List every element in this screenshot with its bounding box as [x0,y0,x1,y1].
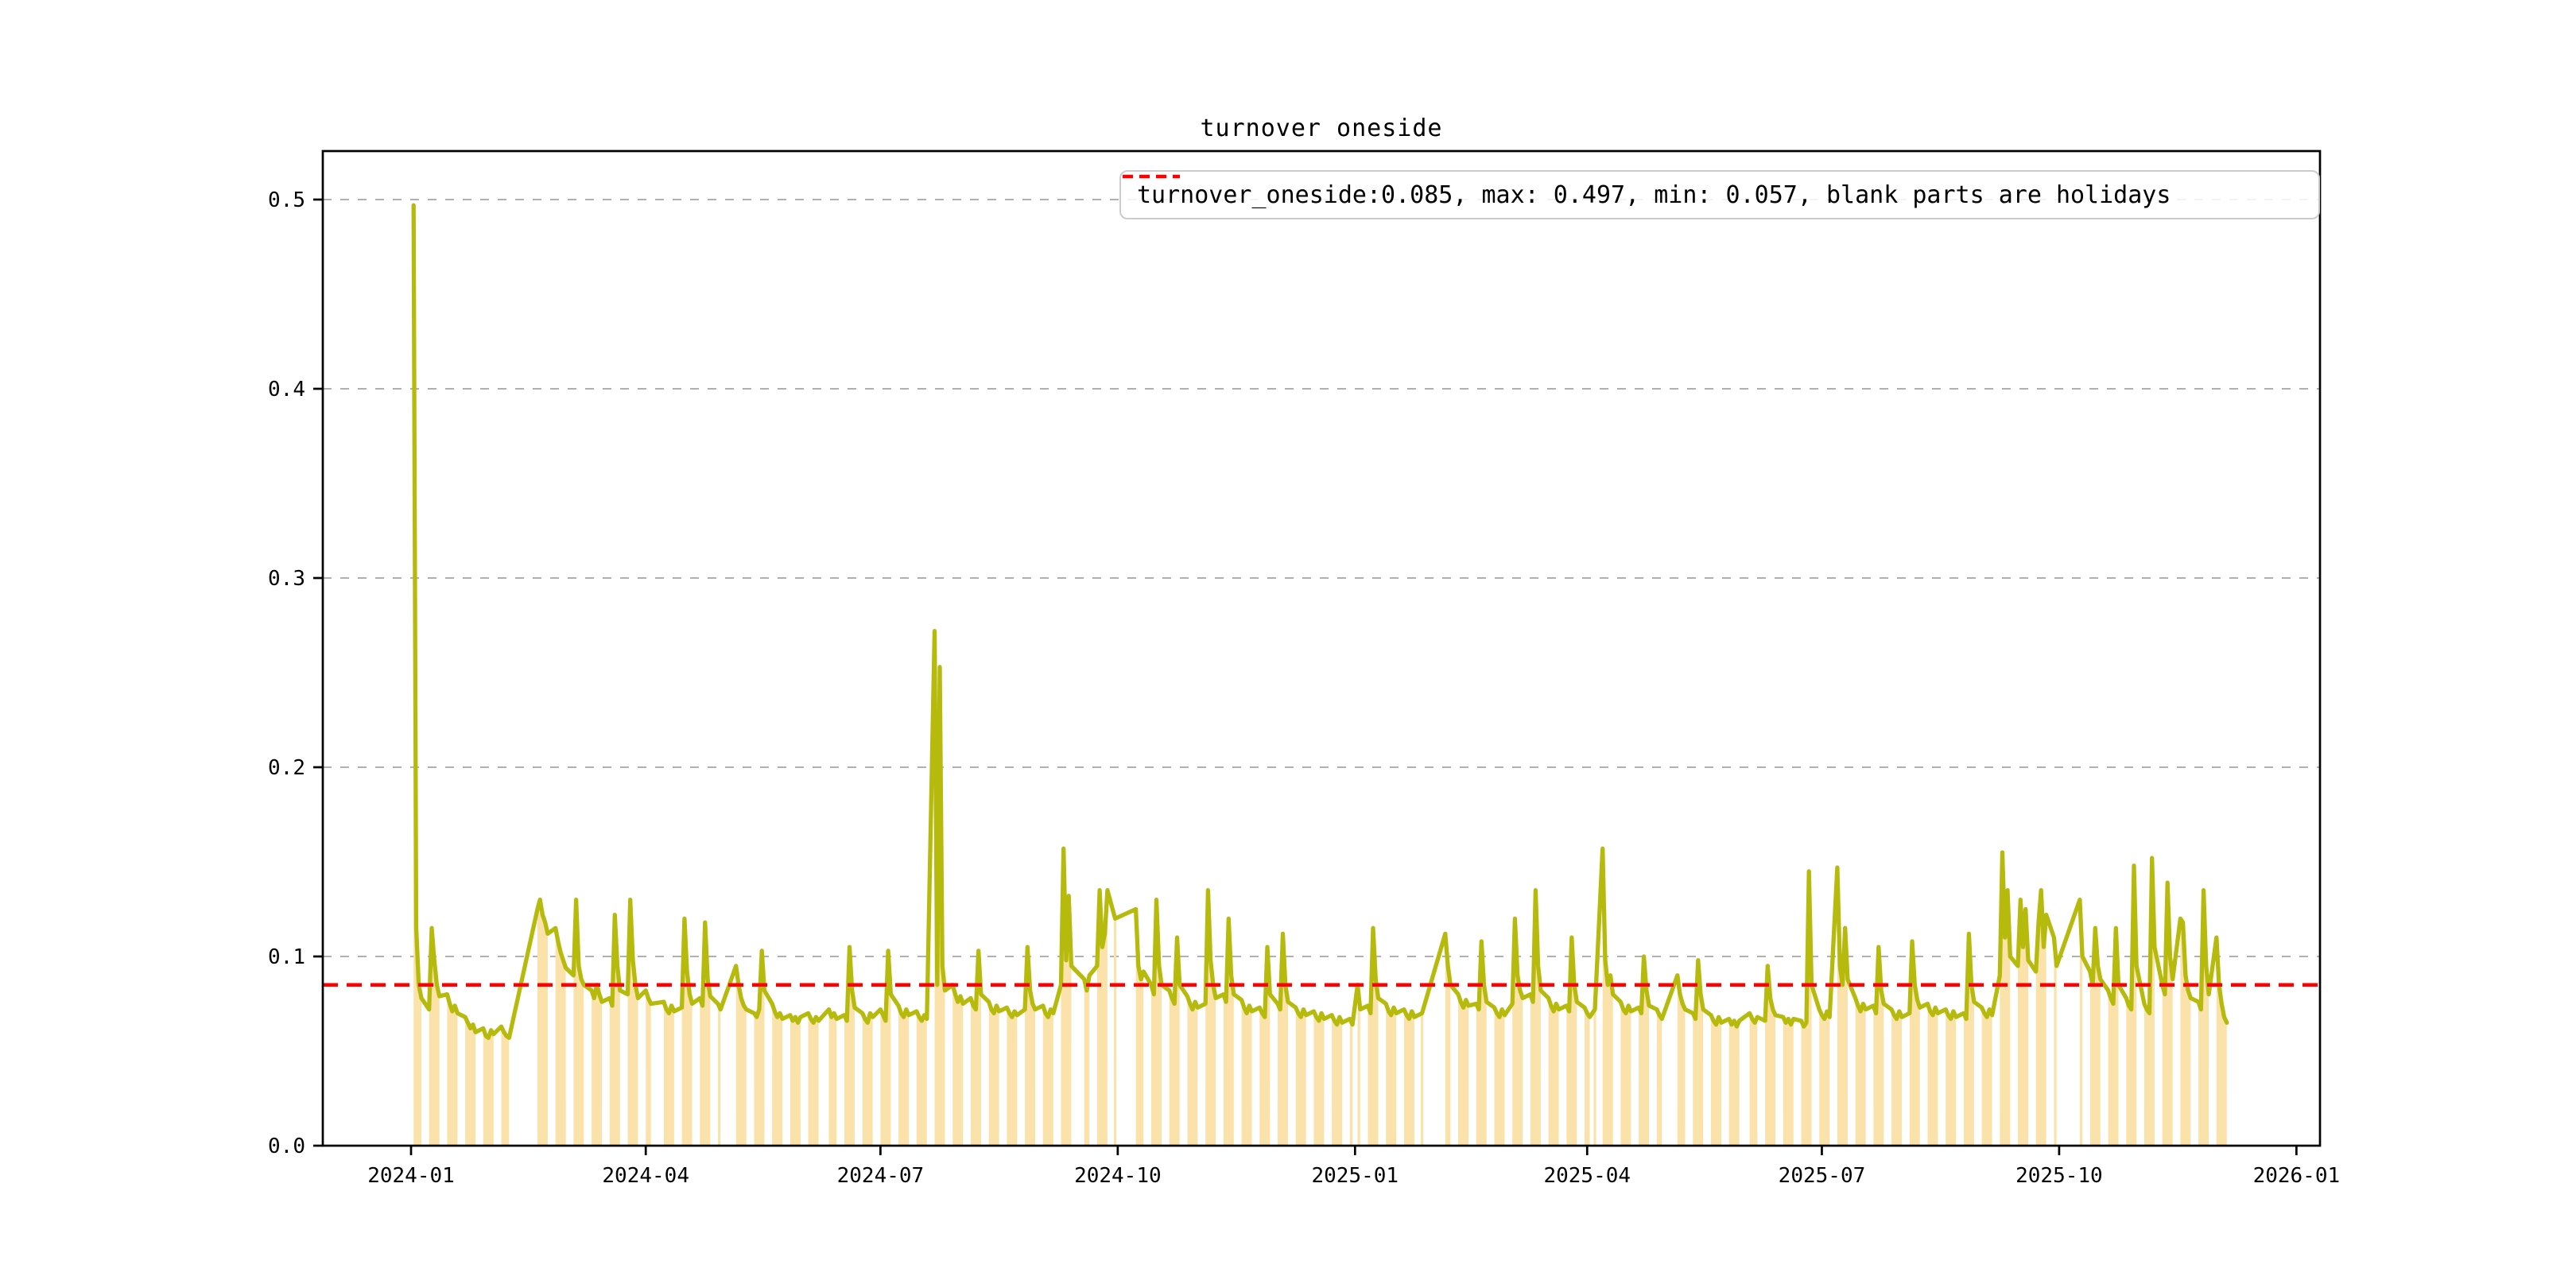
x-tick-label: 2024-04 [602,1164,689,1188]
x-tick-label: 2024-07 [837,1164,925,1188]
x-tick-label: 2024-10 [1074,1164,1162,1188]
turnover-fill [537,899,548,1146]
turnover-fill [916,1011,927,1146]
turnover-fill [1042,1005,1053,1146]
turnover-fill [483,1028,494,1146]
turnover-fill [1728,1018,1740,1146]
turnover-fill [828,1009,837,1146]
turnover-fill [1593,1009,1596,1146]
legend: turnover_oneside:0.085, max: 0.497, min:… [1119,170,2320,219]
turnover-fill [592,984,603,1146]
turnover-fill [1494,1007,1505,1146]
turnover-fill [1548,998,1559,1146]
x-tick-label: 2026-01 [2253,1164,2341,1188]
turnover-series-line [411,203,2229,1040]
turnover-fill [1585,1007,1590,1146]
x-tick-label: 2025-04 [1543,1164,1631,1188]
turnover-fill [1241,999,1252,1146]
turnover-fill [1749,1013,1758,1146]
turnover-fill [2054,937,2057,1146]
turnover-fill [1007,1007,1018,1146]
turnover-fill [1313,1011,1325,1146]
turnover-fill [1946,1009,1957,1146]
turnover-fill [1855,998,1866,1146]
turnover-fill [663,1002,674,1146]
turnover-fill [1349,1018,1353,1146]
y-tick-label: 0.1 [268,945,305,969]
turnover-fill [646,990,651,1146]
turnover-fill [1084,975,1090,1146]
x-tick-label: 2024-01 [367,1164,455,1188]
y-tick-label: 0.3 [268,567,305,591]
turnover-fill [1620,1002,1631,1146]
turnover-fill [1421,1013,1424,1146]
turnover-fill [1710,1014,1721,1146]
turnover-fill [1783,1017,1794,1146]
y-tick-label: 0.2 [268,756,305,780]
legend-dash-marker [1123,174,1180,179]
turnover-fill [1458,994,1469,1146]
y-tick-label: 0.5 [268,188,305,212]
y-tick-label: 0.4 [268,378,305,402]
turnover-fill [1403,1009,1414,1146]
turnover-fill [1114,918,1117,1146]
turnover-fill [447,994,458,1146]
y-tick-label: 0.0 [268,1135,305,1158]
turnover-fill [862,1013,873,1146]
chart-title: turnover oneside [1200,114,1443,142]
legend-label: turnover_oneside:0.085, max: 0.497, min:… [1137,180,2171,209]
turnover-fill [898,1005,910,1146]
turnover-fill [1295,1007,1306,1146]
turnover-fill [1927,1003,1938,1146]
turnover-fill [1819,1009,1830,1146]
turnover-fill [952,984,964,1146]
x-tick-label: 2025-07 [1779,1164,1866,1188]
turnover-fill [1891,1009,1903,1146]
turnover-fill [501,1026,510,1146]
chart-figure: 2024-01 2024-04 2024-07 2024-10 2025-01 2025-… [0,0,2576,1288]
x-tick-label: 2025-10 [2015,1164,2103,1188]
turnover-fill [789,1014,801,1146]
turnover-fill [1332,1014,1343,1146]
turnover-fill [1187,996,1198,1146]
turnover-fill [465,1017,476,1146]
turnover-fill [1981,1007,1992,1146]
x-tick-label: 2025-01 [1312,1164,1399,1188]
turnover-fill [772,1003,783,1146]
turnover-fill [718,1003,721,1146]
turnover-fill [808,1013,819,1146]
turnover-fill [988,1002,999,1146]
turnover-fill [1386,1003,1397,1146]
turnover-fill [1656,1009,1662,1146]
